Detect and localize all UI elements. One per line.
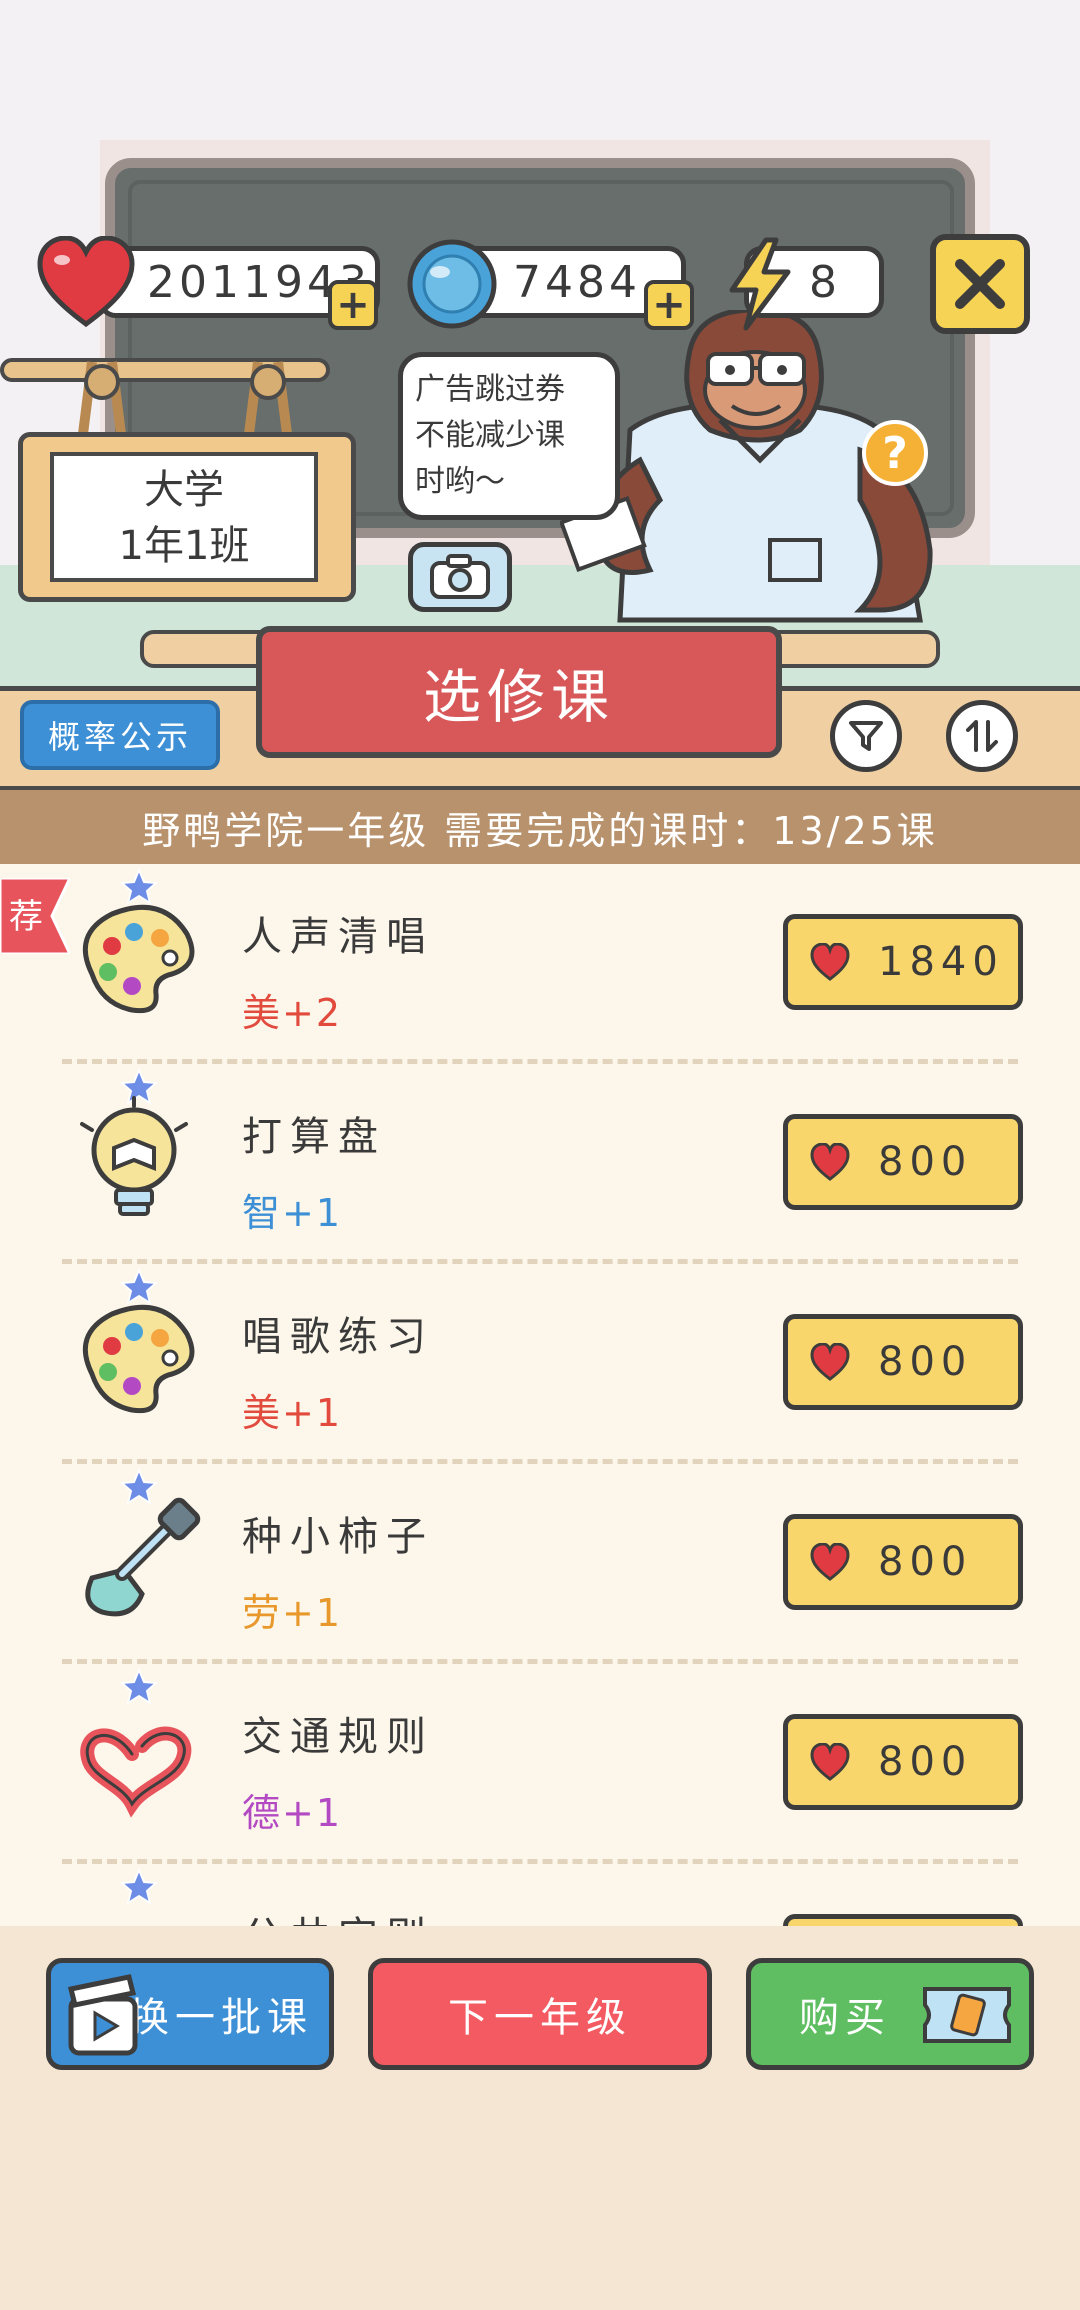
- course-price: 800: [878, 1139, 973, 1185]
- course-attribute: 智+1: [242, 1191, 343, 1235]
- filter-button[interactable]: [830, 700, 902, 772]
- heart-icon: [810, 1143, 850, 1181]
- heart-icon: [810, 1743, 850, 1781]
- sort-icon: [966, 720, 998, 752]
- course-row[interactable]: 交通规则德+1 800: [0, 1664, 1080, 1864]
- course-attribute: 美+2: [242, 991, 343, 1035]
- camera-icon: [430, 554, 490, 599]
- course-name: 交通规则: [242, 1714, 434, 1760]
- bubble-line-1: 广告跳过券: [415, 372, 565, 407]
- filter-icon: [849, 721, 883, 751]
- probability-disclosure-button[interactable]: 概率公示: [20, 700, 220, 770]
- ad-skip-ticket-icon: [923, 1987, 1011, 2043]
- coins-add-button[interactable]: +: [644, 280, 694, 330]
- course-price-button[interactable]: 800: [783, 1114, 1023, 1210]
- course-price: 1840: [878, 939, 1004, 985]
- course-name: 打算盘: [242, 1114, 386, 1160]
- sign-line-2: 1年1班: [118, 523, 250, 569]
- next-grade-button[interactable]: 下一年级: [368, 1958, 712, 2070]
- next-grade-label: 下一年级: [448, 1995, 632, 2041]
- coins-value: 7484: [513, 256, 641, 308]
- help-button[interactable]: ?: [862, 420, 928, 486]
- course-price: 800: [878, 1539, 973, 1585]
- close-icon: [955, 259, 1005, 309]
- shovel-icon: [85, 1497, 201, 1617]
- energy-value: 8: [809, 256, 841, 308]
- refresh-courses-label: 换一批课: [129, 1995, 313, 2041]
- lightbulb-book-icon: [80, 1096, 188, 1216]
- sign-line-1: 大学: [144, 467, 224, 513]
- buy-label: 购买: [799, 1995, 891, 2041]
- bubble-line-2: 不能减少课: [415, 418, 565, 453]
- course-attribute: 美+1: [242, 1391, 343, 1435]
- palette-icon: [82, 904, 195, 1014]
- sort-button[interactable]: [946, 700, 1018, 772]
- classroom-scene: 大学 1年1班 广告跳过券 不能减少课 时哟～ ? 2011943 + 7484…: [0, 0, 1080, 690]
- heart-icon: [810, 943, 850, 981]
- ribbon-heart-icon: [80, 1726, 192, 1818]
- buy-button[interactable]: 购买: [746, 1958, 1034, 2070]
- course-price: 800: [878, 1739, 973, 1785]
- lightning-icon: [729, 237, 791, 331]
- course-list[interactable]: 人声清唱美+2 1840 打算盘智+1 800 唱歌练习美+1 800 种小柿子劳+1 800…: [0, 864, 1080, 1926]
- video-ad-icon: [67, 1974, 138, 2056]
- course-price: 800: [878, 1339, 973, 1385]
- close-button[interactable]: [930, 234, 1030, 334]
- bottle-cap-icon: [407, 239, 497, 329]
- course-name: 种小柿子: [242, 1514, 434, 1560]
- recommend-tag: 荐: [0, 878, 70, 954]
- class-sign-label: 大学 1年1班: [50, 452, 318, 582]
- course-row[interactable]: 打算盘智+1 800: [0, 1064, 1080, 1264]
- hearts-add-button[interactable]: +: [328, 280, 378, 330]
- rope-icon: [77, 361, 293, 442]
- palette-icon: [82, 1304, 195, 1414]
- course-price-button[interactable]: 800: [783, 1714, 1023, 1810]
- camera-button[interactable]: [408, 542, 512, 612]
- heart-icon: [810, 1543, 850, 1581]
- speech-bubble: 广告跳过券 不能减少课 时哟～: [398, 352, 620, 520]
- course-attribute: 德+1: [242, 1791, 343, 1835]
- recommend-tag-label: 荐: [9, 897, 43, 937]
- heart-icon: [810, 1343, 850, 1381]
- course-row[interactable]: 公共守则: [0, 1864, 1080, 1926]
- course-name: 唱歌练习: [242, 1314, 434, 1360]
- bubble-line-3: 时哟～: [415, 464, 505, 499]
- course-row[interactable]: 种小柿子劳+1 800: [0, 1464, 1080, 1664]
- course-attribute: 劳+1: [242, 1591, 343, 1635]
- course-row[interactable]: 唱歌练习美+1 800: [0, 1264, 1080, 1464]
- refresh-courses-button[interactable]: 换一批课: [46, 1958, 334, 2070]
- page-title: 选修课: [256, 626, 782, 758]
- course-price-button[interactable]: 1840: [783, 914, 1023, 1010]
- course-row[interactable]: 人声清唱美+2 1840: [0, 864, 1080, 1064]
- course-name: 公共守则: [242, 1904, 434, 1926]
- heart-icon: [37, 236, 135, 328]
- course-price-button[interactable]: 800: [783, 1514, 1023, 1610]
- course-price-button[interactable]: [783, 1914, 1023, 1926]
- ribbon-heart-icon: [72, 1894, 202, 1926]
- course-progress-text: 野鸭学院一年级 需要完成的课时：13/25课: [0, 786, 1080, 864]
- course-name: 人声清唱: [242, 914, 434, 960]
- course-price-button[interactable]: 800: [783, 1314, 1023, 1410]
